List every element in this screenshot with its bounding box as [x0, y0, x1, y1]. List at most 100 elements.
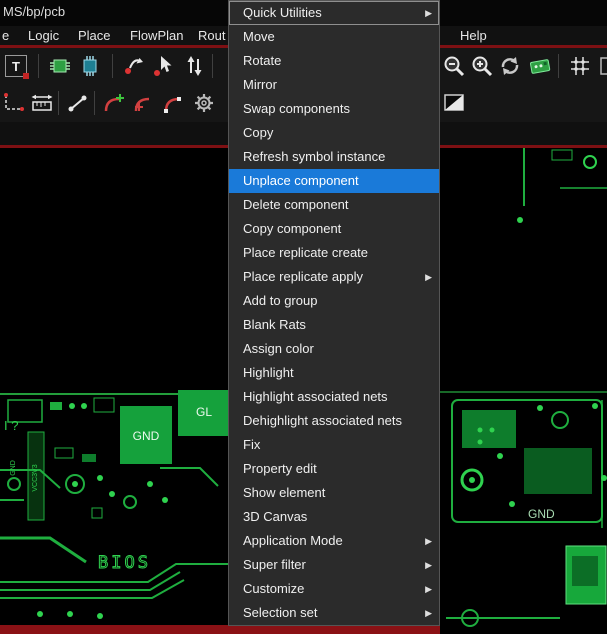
menu-item-label: Copy component [243, 221, 342, 236]
toolbar-separator [38, 54, 39, 78]
context-menu-item-highlight[interactable]: Highlight [229, 361, 439, 385]
zoom-out-button[interactable] [440, 52, 468, 80]
submenu-arrow-icon: ▶ [425, 272, 432, 282]
ruler-button[interactable] [28, 89, 56, 117]
clipped-toolbar-button[interactable] [596, 52, 607, 80]
grid-toggle-button[interactable] [566, 52, 594, 80]
menu-flowplan[interactable]: FlowPlan [130, 26, 183, 45]
move-button[interactable] [150, 52, 178, 80]
menu-item-label: Swap components [243, 101, 350, 116]
context-menu-item-add-to-group[interactable]: Add to group [229, 289, 439, 313]
context-menu-item-copy[interactable]: Copy [229, 121, 439, 145]
slide-button[interactable] [120, 52, 148, 80]
menu-logic[interactable]: Logic [28, 26, 59, 45]
submenu-arrow-icon: ▶ [425, 536, 432, 546]
context-menu-item-place-replicate-apply[interactable]: Place replicate apply ▶ [229, 265, 439, 289]
fillet-edit-button[interactable] [130, 89, 158, 117]
context-menu-item-3d-canvas[interactable]: 3D Canvas [229, 505, 439, 529]
menu-item-label: Show element [243, 485, 326, 500]
segment-icon [68, 95, 87, 112]
context-menu-item-property-edit[interactable]: Property edit [229, 457, 439, 481]
context-menu-item-show-element[interactable]: Show element [229, 481, 439, 505]
context-menu-item-swap-components[interactable]: Swap components [229, 97, 439, 121]
context-menu-item-place-replicate-create[interactable]: Place replicate create [229, 241, 439, 265]
toolbar-separator [112, 54, 113, 78]
context-menu: Quick Utilities ▶ Move Rotate Mirror Swa… [228, 0, 440, 626]
context-menu-item-customize[interactable]: Customize ▶ [229, 577, 439, 601]
text-tool-button[interactable]: T [2, 52, 30, 80]
pcb-editor-window: MS/bp/pcb e Logic Place FlowPlan Rout He… [0, 0, 607, 634]
redraw-button[interactable] [496, 52, 524, 80]
context-menu-item-application-mode[interactable]: Application Mode ▶ [229, 529, 439, 553]
component-green-icon [50, 59, 70, 73]
fillet-edit-icon [134, 97, 150, 112]
text-tool-icon: T [5, 55, 29, 79]
context-menu-item-move[interactable]: Move [229, 25, 439, 49]
fillet-nodes-icon [164, 97, 181, 113]
context-menu-item-quick-utilities[interactable]: Quick Utilities ▶ [229, 1, 439, 25]
toolbar-separator [558, 54, 559, 78]
menu-item-label: Highlight [243, 365, 294, 380]
menu-item-label: Quick Utilities [243, 5, 322, 20]
context-menu-item-selection-set[interactable]: Selection set ▶ [229, 601, 439, 625]
spin-button[interactable] [180, 52, 208, 80]
fillet-add-button[interactable] [100, 89, 128, 117]
context-menu-item-delete-component[interactable]: Delete component [229, 193, 439, 217]
zoom-in-button[interactable] [468, 52, 496, 80]
shade-mode-button[interactable] [440, 89, 468, 117]
silkscreen-marking: I ? [4, 418, 18, 433]
window-title: MS/bp/pcb [3, 4, 66, 19]
menu-item-label: Application Mode [243, 533, 343, 548]
context-menu-item-fix[interactable]: Fix [229, 433, 439, 457]
dimension-button[interactable] [0, 89, 28, 117]
zoom-out-icon [444, 56, 465, 77]
gnd-label-partial: GL [196, 405, 212, 419]
context-menu-item-assign-color[interactable]: Assign color [229, 337, 439, 361]
context-menu-item-rotate[interactable]: Rotate [229, 49, 439, 73]
context-menu-item-unplace-component[interactable]: Unplace component [229, 169, 439, 193]
menu-item-label: Move [243, 29, 275, 44]
submenu-arrow-icon: ▶ [425, 560, 432, 570]
ruler-icon [31, 94, 53, 111]
fillet-add-icon [104, 94, 124, 112]
context-menu-item-highlight-associated-nets[interactable]: Highlight associated nets [229, 385, 439, 409]
menu-item-label: Selection set [243, 605, 318, 620]
menu-route[interactable]: Rout [198, 26, 225, 45]
segment-button[interactable] [64, 89, 92, 117]
menu-help[interactable]: Help [460, 26, 487, 45]
pcb-board-icon [530, 59, 551, 74]
menu-file-partial[interactable]: e [2, 26, 9, 45]
board-view-button[interactable] [526, 52, 554, 80]
spin-arrows-icon [187, 56, 202, 76]
move-cursor-icon [154, 56, 172, 76]
menu-place[interactable]: Place [78, 26, 111, 45]
menu-item-label: Super filter [243, 557, 306, 572]
settings-button[interactable] [190, 89, 218, 117]
context-menu-item-copy-component[interactable]: Copy component [229, 217, 439, 241]
place-module-button[interactable] [76, 52, 104, 80]
menu-item-label: Place replicate create [243, 245, 369, 260]
menu-item-label: Highlight associated nets [243, 389, 388, 404]
menu-item-label: Refresh symbol instance [243, 149, 386, 164]
place-component-button[interactable] [46, 52, 74, 80]
context-menu-item-dehighlight-associated-nets[interactable]: Dehighlight associated nets [229, 409, 439, 433]
context-menu-item-super-filter[interactable]: Super filter ▶ [229, 553, 439, 577]
menu-item-label: Place replicate apply [243, 269, 363, 284]
layer-icon [600, 57, 607, 75]
menu-item-label: Add to group [243, 293, 318, 308]
context-menu-item-blank-rats[interactable]: Blank Rats [229, 313, 439, 337]
submenu-arrow-icon: ▶ [425, 608, 432, 618]
menu-item-label: Customize [243, 581, 305, 596]
submenu-arrow-icon: ▶ [425, 8, 432, 18]
context-menu-item-refresh-symbol-instance[interactable]: Refresh symbol instance [229, 145, 439, 169]
context-menu-item-mirror[interactable]: Mirror [229, 73, 439, 97]
menu-item-label: Unplace component [243, 173, 359, 188]
refresh-icon [501, 57, 519, 75]
toolbar-separator [94, 91, 95, 115]
submenu-arrow-icon: ▶ [425, 584, 432, 594]
bios-label: BIOS [98, 553, 151, 573]
toolbar-separator [58, 91, 59, 115]
menu-item-label: Dehighlight associated nets [243, 413, 402, 428]
fillet-nodes-button[interactable] [160, 89, 188, 117]
slide-icon [125, 58, 143, 74]
